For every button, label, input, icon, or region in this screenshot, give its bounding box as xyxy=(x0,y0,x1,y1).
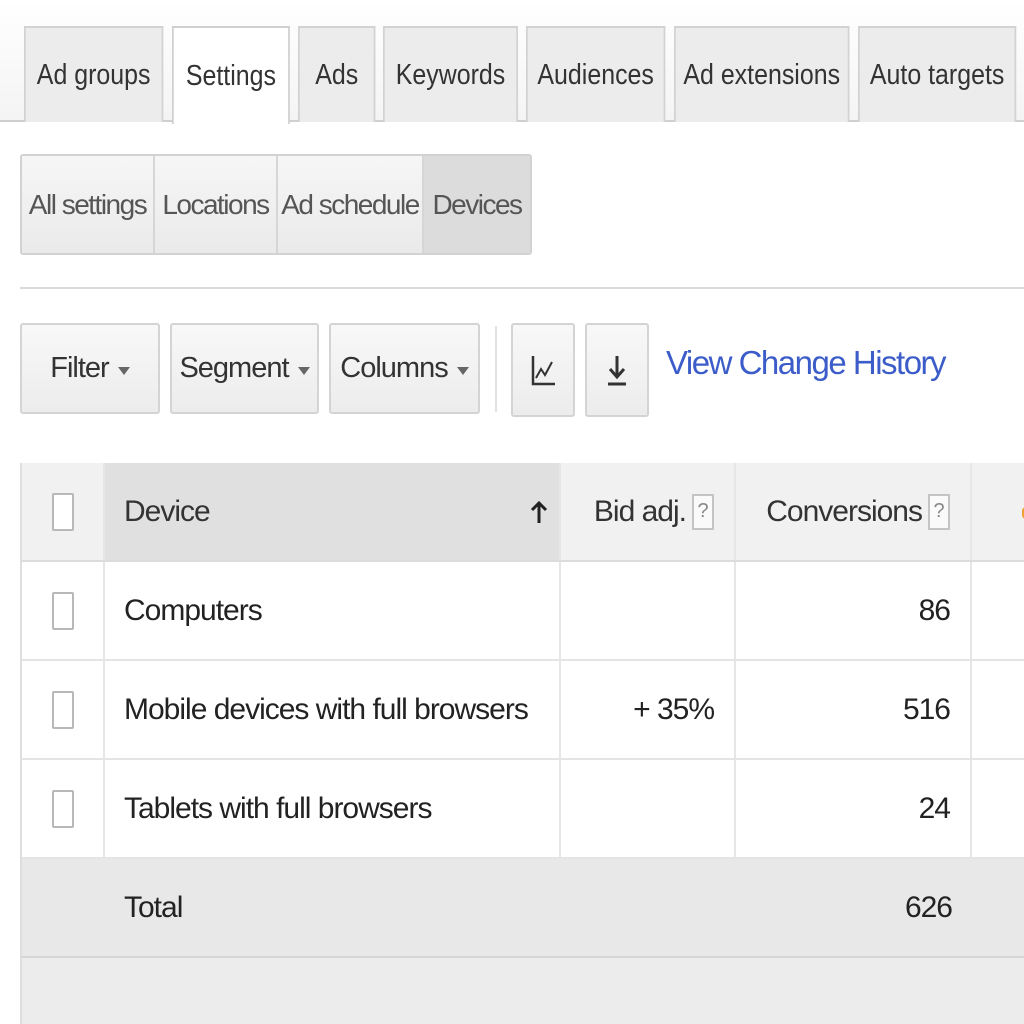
device-cell: Computers xyxy=(105,562,561,659)
tab-ads[interactable]: Ads xyxy=(298,26,376,122)
bid-adj-cell[interactable]: + 35% xyxy=(561,661,736,758)
select-all-checkbox[interactable] xyxy=(51,492,74,531)
top-tab-bar: Ad groups Settings Ads Keywords Audience… xyxy=(0,0,1024,124)
filter-label: Filter xyxy=(50,352,109,384)
columns-button[interactable]: Columns xyxy=(329,323,480,414)
total-bid-adj-cell xyxy=(561,859,736,956)
sort-up-arrow-icon xyxy=(530,500,548,523)
device-column-header[interactable]: Device xyxy=(105,463,561,560)
overflow-cell xyxy=(972,562,1024,659)
total-spacer-cell xyxy=(22,859,105,956)
subtab-label: Ad schedule xyxy=(281,188,420,220)
section-divider xyxy=(20,287,1024,289)
tab-label: Settings xyxy=(185,59,276,92)
row-select-cell xyxy=(22,661,105,758)
row-checkbox[interactable] xyxy=(51,591,74,630)
total-conversions: 626 xyxy=(904,890,953,924)
subtab-all-settings[interactable]: All settings xyxy=(22,156,155,253)
conversions-header-label: Conversions xyxy=(766,494,923,528)
overflow-cell xyxy=(972,760,1024,857)
tab-keywords[interactable]: Keywords xyxy=(383,26,519,122)
segment-button[interactable]: Segment xyxy=(170,323,319,414)
help-icon[interactable]: ? xyxy=(692,493,714,530)
device-cell: Mobile devices with full browsers xyxy=(105,661,561,758)
device-header-label: Device xyxy=(124,494,211,528)
tab-label: Ads xyxy=(315,58,359,91)
conversions-cell: 516 xyxy=(736,661,972,758)
tab-settings[interactable]: Settings xyxy=(172,26,290,124)
tab-audiences[interactable]: Audiences xyxy=(526,26,666,122)
caret-down-icon xyxy=(117,366,130,375)
caret-down-icon xyxy=(297,366,310,375)
conversions-cell: 24 xyxy=(736,760,972,857)
tab-label: Keywords xyxy=(395,58,506,91)
row-checkbox[interactable] xyxy=(51,690,74,729)
next-column-header xyxy=(972,463,1024,560)
tab-label: Ad extensions xyxy=(683,58,841,91)
tab-label: Ad groups xyxy=(36,58,151,91)
settings-sub-tabs: All settings Locations Ad schedule Devic… xyxy=(20,154,532,255)
subtab-label: Devices xyxy=(432,188,523,220)
bid-adj-cell[interactable] xyxy=(561,760,736,857)
table-header-row: Device Bid adj. ? Conversions ? xyxy=(22,463,1024,562)
bid-adj-column-header[interactable]: Bid adj. ? xyxy=(561,463,736,560)
segment-label: Segment xyxy=(179,352,289,384)
download-icon xyxy=(608,356,626,386)
subtab-ad-schedule[interactable]: Ad schedule xyxy=(278,156,424,253)
devices-table: Device Bid adj. ? Conversions ? Computer… xyxy=(20,463,1024,1024)
tab-auto-targets[interactable]: Auto targets xyxy=(858,26,1017,122)
total-label: Total xyxy=(124,890,183,924)
table-total-row: Total 626 xyxy=(22,859,1024,958)
bid-adj-header-label: Bid adj. xyxy=(593,494,687,528)
bid-adj-cell[interactable] xyxy=(561,562,736,659)
device-cell: Tablets with full browsers xyxy=(105,760,561,857)
caret-down-icon xyxy=(456,366,469,375)
table-row: Computers 86 xyxy=(22,562,1024,661)
tab-label: Audiences xyxy=(537,58,654,91)
columns-label: Columns xyxy=(340,352,448,384)
subtab-label: Locations xyxy=(162,188,270,220)
subtab-locations[interactable]: Locations xyxy=(155,156,278,253)
row-select-cell xyxy=(22,562,105,659)
tab-ad-groups[interactable]: Ad groups xyxy=(24,26,164,122)
overflow-cell xyxy=(972,661,1024,758)
conversions-column-header[interactable]: Conversions ? xyxy=(736,463,972,560)
table-row: Mobile devices with full browsers + 35% … xyxy=(22,661,1024,760)
subtab-devices[interactable]: Devices xyxy=(424,156,530,253)
tab-ad-extensions[interactable]: Ad extensions xyxy=(674,26,850,122)
table-row: Tablets with full browsers 24 xyxy=(22,760,1024,859)
row-checkbox[interactable] xyxy=(51,789,74,828)
view-change-history-link[interactable]: View Change History xyxy=(666,344,947,382)
line-chart-icon xyxy=(531,356,555,386)
tab-label: Auto targets xyxy=(869,58,1005,91)
conversions-cell: 86 xyxy=(736,562,972,659)
row-select-cell xyxy=(22,760,105,857)
select-all-cell xyxy=(22,463,105,560)
help-icon[interactable]: ? xyxy=(928,493,950,530)
chart-toggle-button[interactable] xyxy=(511,323,575,417)
filter-button[interactable]: Filter xyxy=(20,323,160,414)
download-button[interactable] xyxy=(585,323,649,417)
toolbar-separator xyxy=(495,326,497,412)
subtab-label: All settings xyxy=(28,188,148,220)
